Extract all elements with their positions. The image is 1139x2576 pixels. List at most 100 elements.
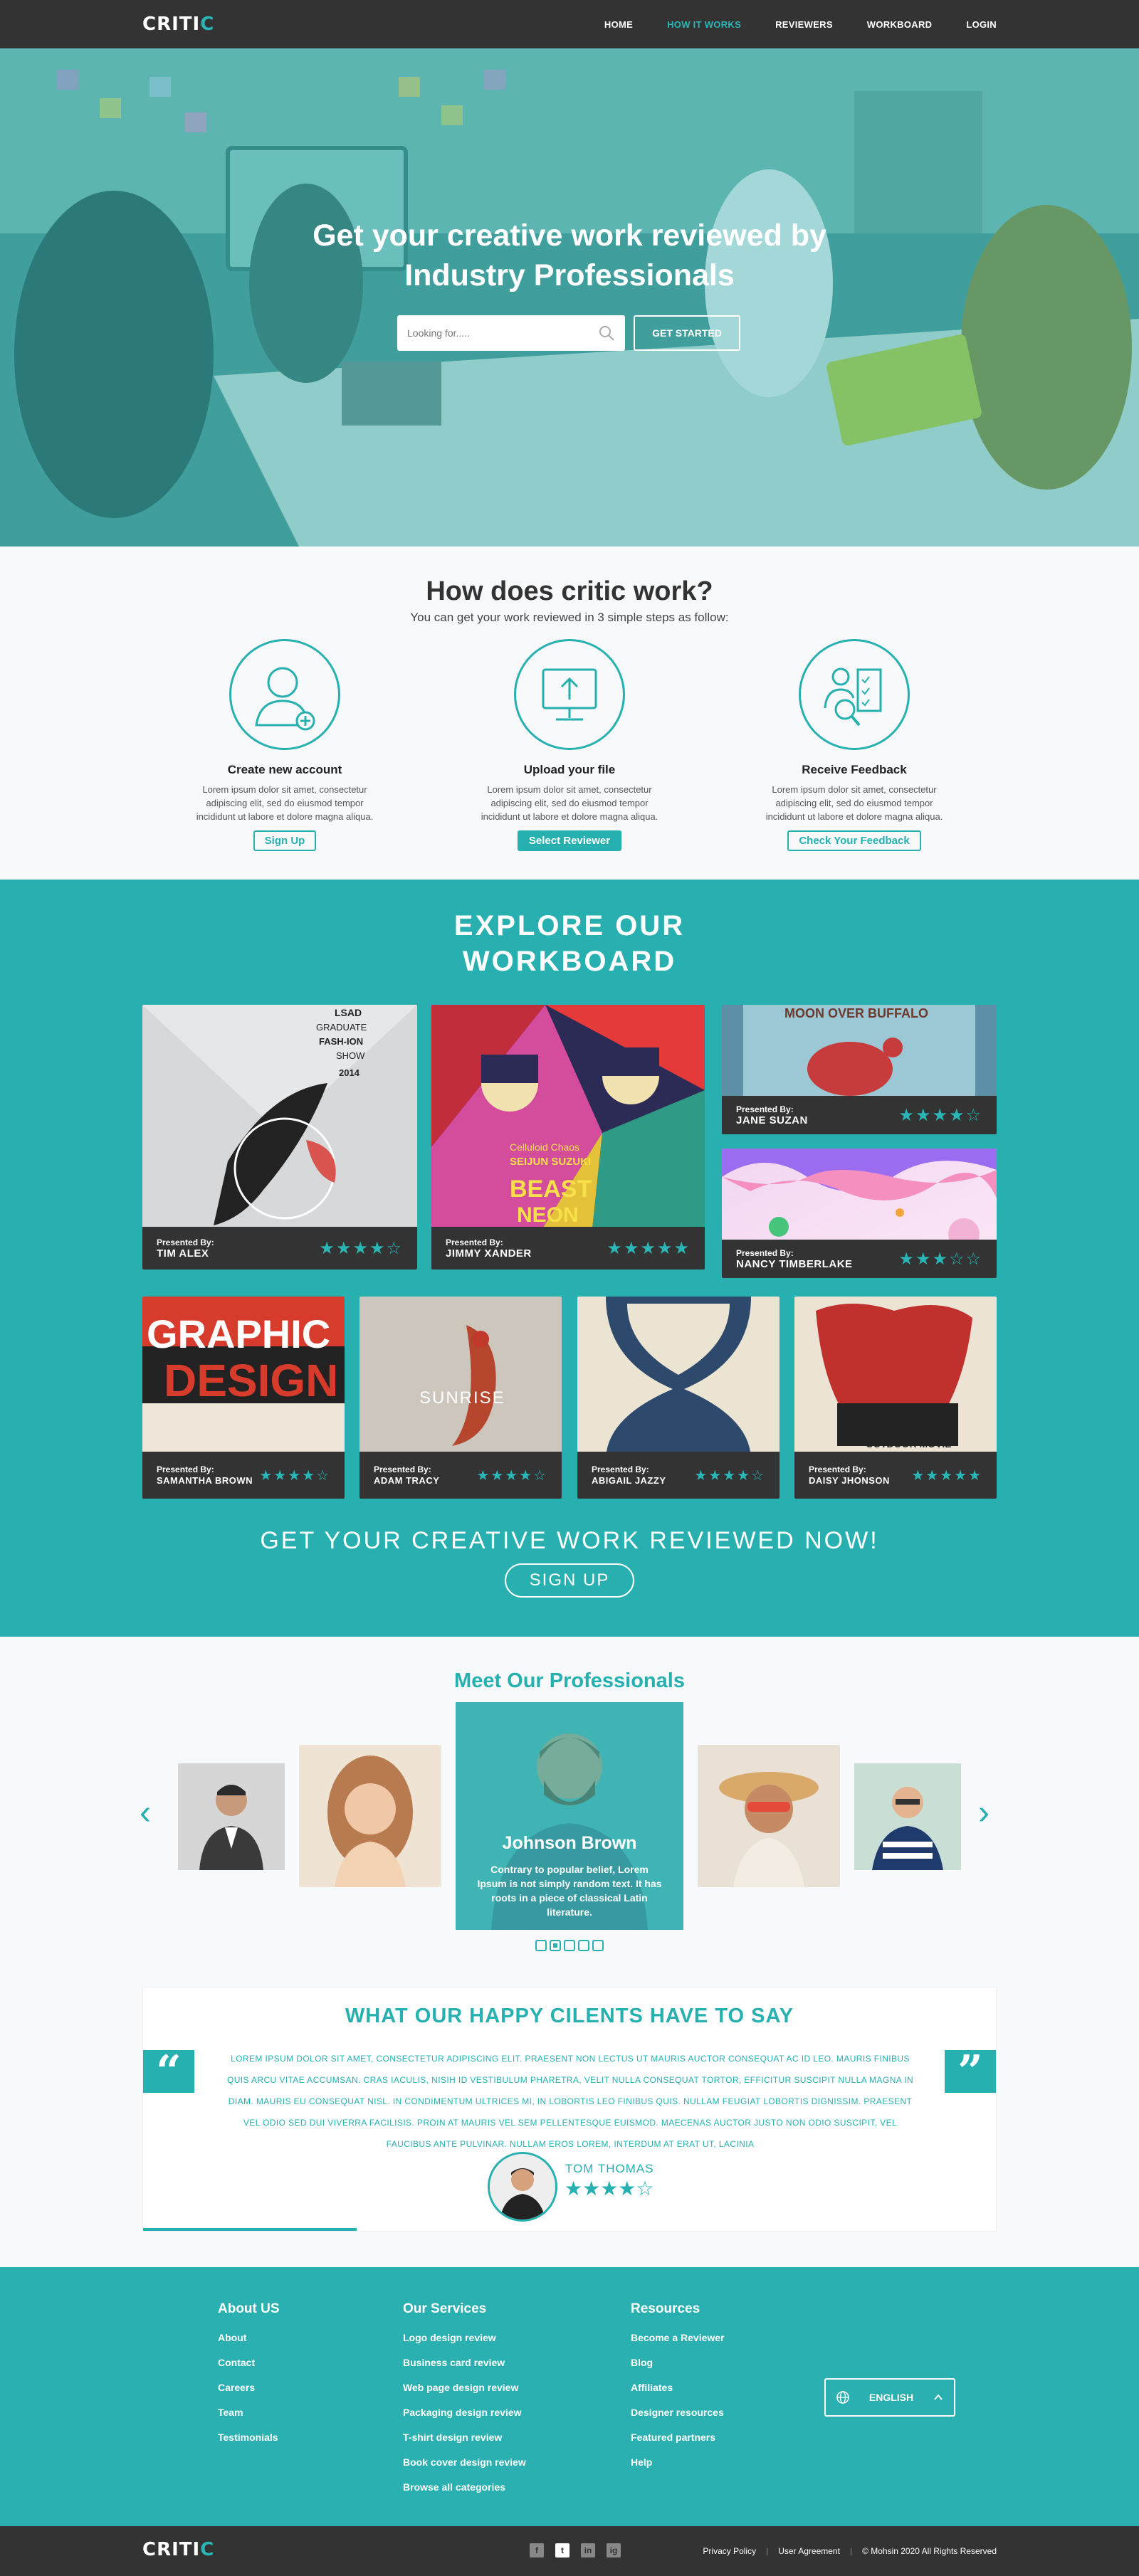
hero-title-line2: Industry Professionals (404, 258, 735, 292)
art-text: 2014 (339, 1067, 360, 1078)
work-card[interactable]: SUNRISE Presented By: ADAM TRACY ★★★★☆ (359, 1297, 562, 1499)
workboard-title: EXPLORE OUR WORKBOARD (0, 908, 1139, 979)
get-started-button[interactable]: GET STARTED (634, 315, 740, 351)
footer-link[interactable]: Help (631, 2450, 725, 2475)
search-input[interactable] (407, 327, 598, 339)
art-text: SHOW (336, 1050, 365, 1061)
presenter-name: SAMANTHA BROWN (157, 1475, 253, 1486)
art-text: FASH-ION (319, 1036, 363, 1047)
footer-link[interactable]: Book cover design review (403, 2450, 526, 2475)
presenter-name: TIM ALEX (157, 1247, 209, 1260)
work-card[interactable]: MOON OVER BUFFALO Presented By: JANE SUZA… (722, 1005, 997, 1134)
twitter-icon[interactable]: t (555, 2543, 570, 2557)
featured-name: Johnson Brown (502, 1833, 637, 1853)
carousel-dot-active[interactable] (550, 1940, 561, 1951)
privacy-link[interactable]: Privacy Policy (703, 2546, 756, 2556)
testimonial-progress (143, 2228, 357, 2231)
footer-link[interactable]: Designer resources (631, 2400, 725, 2425)
workboard-cta-text: GET YOUR CREATIVE WORK REVIEWED NOW! (260, 1527, 879, 1554)
work-card[interactable]: Presented By: ABIGAIL JAZZY ★★★★☆ (577, 1297, 780, 1499)
footer-link[interactable]: Business card review (403, 2350, 526, 2375)
carousel-prev-icon[interactable]: ‹ (140, 1793, 151, 1832)
presented-by: Presented By: SAMANTHA BROWN (157, 1464, 253, 1487)
carousel-dot[interactable] (535, 1940, 547, 1951)
art-text: SUNRISE (419, 1388, 505, 1408)
footer-logo[interactable]: CRITIC (142, 2539, 214, 2560)
professional-avatar[interactable] (299, 1745, 441, 1887)
nav-workboard[interactable]: WORKBOARD (867, 19, 933, 30)
nav-reviewers[interactable]: REVIEWERS (775, 19, 833, 30)
art-text: NEON (517, 1203, 579, 1227)
star-rating: ★★★★☆ (898, 1105, 982, 1125)
work-card[interactable]: GRAPHIC DESIGN Presented By: SAMANTHA BRO… (142, 1297, 345, 1499)
hero-overlay (0, 48, 1139, 547)
presenter-name: DAISY JHONSON (809, 1475, 890, 1486)
how-title: How does critic work? (426, 576, 713, 606)
presented-label: Presented By: (809, 1464, 866, 1474)
card-meta: Presented By: NANCY TIMBERLAKE ★★★☆☆ (722, 1240, 997, 1278)
presenter-name: ADAM TRACY (374, 1475, 440, 1486)
carousel-next-icon[interactable]: › (978, 1793, 990, 1832)
work-card[interactable]: OUTDOOR MOVIE Presented By: DAISY JHONSON… (794, 1297, 997, 1499)
footer-link[interactable]: Contact (218, 2350, 280, 2375)
language-select[interactable]: ENGLISH (824, 2378, 955, 2417)
featured-professional-card[interactable]: Johnson Brown Contrary to popular belief… (456, 1702, 683, 1930)
footer-link[interactable]: Web page design review (403, 2375, 526, 2400)
sign-up-button[interactable]: Sign Up (253, 830, 317, 851)
footer-link[interactable]: Testimonials (218, 2425, 280, 2450)
footer-link[interactable]: Featured partners (631, 2425, 725, 2450)
testimonials-card: WHAT OUR HAPPY CILENTS HAVE TO SAY “ ” L… (142, 1987, 997, 2232)
footer-link[interactable]: Team (218, 2400, 280, 2425)
art-text: BEAST (510, 1176, 592, 1203)
carousel-dot[interactable] (578, 1940, 589, 1951)
footer-link[interactable]: Affiliates (631, 2375, 725, 2400)
select-reviewer-button[interactable]: Select Reviewer (517, 830, 622, 851)
step-title: Receive Feedback (802, 763, 907, 776)
professional-avatar[interactable] (178, 1763, 285, 1870)
logo[interactable]: CRITIC (142, 14, 214, 35)
linkedin-icon[interactable]: in (581, 2543, 595, 2557)
footer-link[interactable]: Packaging design review (403, 2400, 526, 2425)
signup-cta-button[interactable]: SIGN UP (505, 1563, 634, 1598)
presented-by: Presented By: NANCY TIMBERLAKE (736, 1247, 853, 1270)
person-photo (299, 1745, 441, 1887)
presented-label: Presented By: (736, 1104, 794, 1114)
search-icon[interactable] (598, 324, 615, 342)
art-text: GRADUATE (316, 1022, 367, 1033)
card-meta: Presented By: JIMMY XANDER ★★★★★ (431, 1227, 705, 1269)
footer-link[interactable]: About (218, 2326, 280, 2350)
art-text: OUTDOOR MOVIE (866, 1438, 952, 1450)
presented-by: Presented By: ABIGAIL JAZZY (592, 1464, 666, 1487)
work-card[interactable]: LSAD GRADUATE FASH-ION SHOW 2014 Present… (142, 1005, 417, 1269)
card-meta: Presented By: SAMANTHA BROWN ★★★★☆ (142, 1452, 345, 1499)
hero-title-line1: Get your creative work reviewed by (313, 218, 826, 253)
presented-label: Presented By: (592, 1464, 649, 1474)
user-agreement-link[interactable]: User Agreement (778, 2546, 840, 2556)
person-photo (854, 1763, 961, 1870)
how-it-works-section: How does critic work? You can get your w… (0, 547, 1139, 880)
step-text: Lorem ipsum dolor sit amet, consectetur … (765, 784, 943, 822)
carousel-dot[interactable] (564, 1940, 575, 1951)
nav-login[interactable]: LOGIN (966, 19, 997, 30)
footer-link[interactable]: Browse all categories (403, 2475, 526, 2500)
facebook-icon[interactable]: f (530, 2543, 544, 2557)
footer-link[interactable]: Become a Reviewer (631, 2326, 725, 2350)
quote-open-icon: “ (143, 2049, 194, 2094)
art-text: GRAPHIC (147, 1311, 330, 1356)
professional-avatar[interactable] (854, 1763, 961, 1870)
carousel-dot[interactable] (592, 1940, 604, 1951)
check-feedback-button[interactable]: Check Your Feedback (787, 830, 921, 851)
nav-home[interactable]: HOME (604, 19, 633, 30)
work-card[interactable]: Presented By: NANCY TIMBERLAKE ★★★☆☆ (722, 1149, 997, 1278)
footer-link[interactable]: T-shirt design review (403, 2425, 526, 2450)
workboard-section: EXPLORE OUR WORKBOARD LSAD GRADUATE FASH… (0, 880, 1139, 1637)
language-label: ENGLISH (868, 2392, 914, 2403)
footer-link[interactable]: Careers (218, 2375, 280, 2400)
footer-heading: About US (218, 2301, 280, 2316)
instagram-icon[interactable]: ig (607, 2543, 621, 2557)
nav-how-it-works[interactable]: HOW IT WORKS (667, 19, 741, 30)
footer-link[interactable]: Blog (631, 2350, 725, 2375)
work-card[interactable]: Celluloid Chaos SEIJUN SUZUKI BEAST NEON… (431, 1005, 705, 1269)
footer-link[interactable]: Logo design review (403, 2326, 526, 2350)
professional-avatar[interactable] (698, 1745, 840, 1887)
